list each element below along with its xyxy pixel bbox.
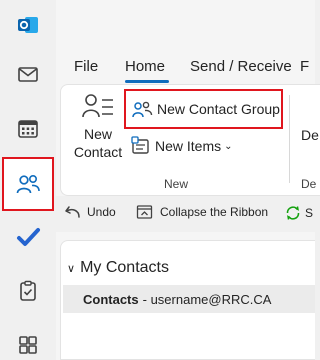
contacts-folder-name: Contacts (83, 291, 139, 307)
main-area: File Home Send / Receive F New Contact Ne… (56, 0, 320, 360)
tab-home[interactable]: Home (125, 58, 165, 75)
ribbon-group-divider (289, 95, 290, 183)
sync-label: S (305, 206, 314, 220)
collapse-ribbon-icon (136, 205, 153, 219)
new-items-icon (131, 136, 149, 154)
navigation-rail (0, 0, 56, 360)
cutoff-ribbon-button[interactable]: De (301, 127, 319, 143)
ribbon-tabs: File Home Send / Receive F (56, 52, 315, 82)
contact-group-icon (132, 101, 153, 118)
undo-button[interactable]: Undo (64, 204, 116, 220)
tab-file[interactable]: File (74, 58, 98, 75)
tab-send-receive[interactable]: Send / Receive (190, 58, 292, 75)
active-tab-indicator (125, 80, 169, 83)
todo-check-icon[interactable] (3, 212, 53, 262)
new-items-button[interactable]: New Items ⌄ (131, 136, 233, 156)
folder-pane: ∨ My Contacts Contacts - username@RRC.CA (60, 240, 315, 360)
sync-icon (286, 206, 300, 220)
people-icon[interactable] (2, 157, 54, 211)
tab-folder[interactable]: F (300, 58, 309, 75)
collapse-ribbon-label: Collapse the Ribbon (160, 205, 269, 219)
new-items-label: New Items (155, 138, 222, 154)
new-contact-group-button[interactable]: New Contact Group (131, 99, 280, 119)
calendar-icon[interactable] (3, 104, 53, 154)
outlook-logo-icon (3, 0, 53, 50)
chevron-down-icon: ∨ (67, 262, 76, 275)
collapse-ribbon-button[interactable]: Collapse the Ribbon (136, 204, 268, 220)
mail-icon[interactable] (3, 49, 53, 99)
cutoff-group-label: De (301, 177, 317, 191)
tasks-clipboard-icon[interactable] (3, 266, 53, 316)
my-contacts-header[interactable]: ∨ My Contacts (67, 259, 169, 277)
undo-icon (65, 206, 80, 218)
chevron-down-icon: ⌄ (224, 140, 233, 152)
contacts-folder-item[interactable]: Contacts - username@RRC.CA (63, 285, 315, 313)
new-contact-label: New Contact (73, 126, 123, 160)
new-contact-group-label: New Contact Group (157, 101, 280, 117)
ribbon-panel: New Contact New Contact Group New Items ⌄… (60, 84, 320, 196)
sync-button[interactable]: S (284, 204, 313, 222)
undo-label: Undo (87, 205, 116, 219)
new-contact-button[interactable]: New Contact (69, 91, 127, 171)
quick-access-bar: Undo Collapse the Ribbon S (56, 196, 315, 232)
group-new-label: New (164, 177, 189, 191)
apps-grid-icon[interactable] (3, 320, 53, 360)
contacts-folder-account: - username@RRC.CA (142, 291, 272, 307)
my-contacts-label: My Contacts (80, 259, 169, 276)
contact-card-icon (82, 94, 113, 118)
